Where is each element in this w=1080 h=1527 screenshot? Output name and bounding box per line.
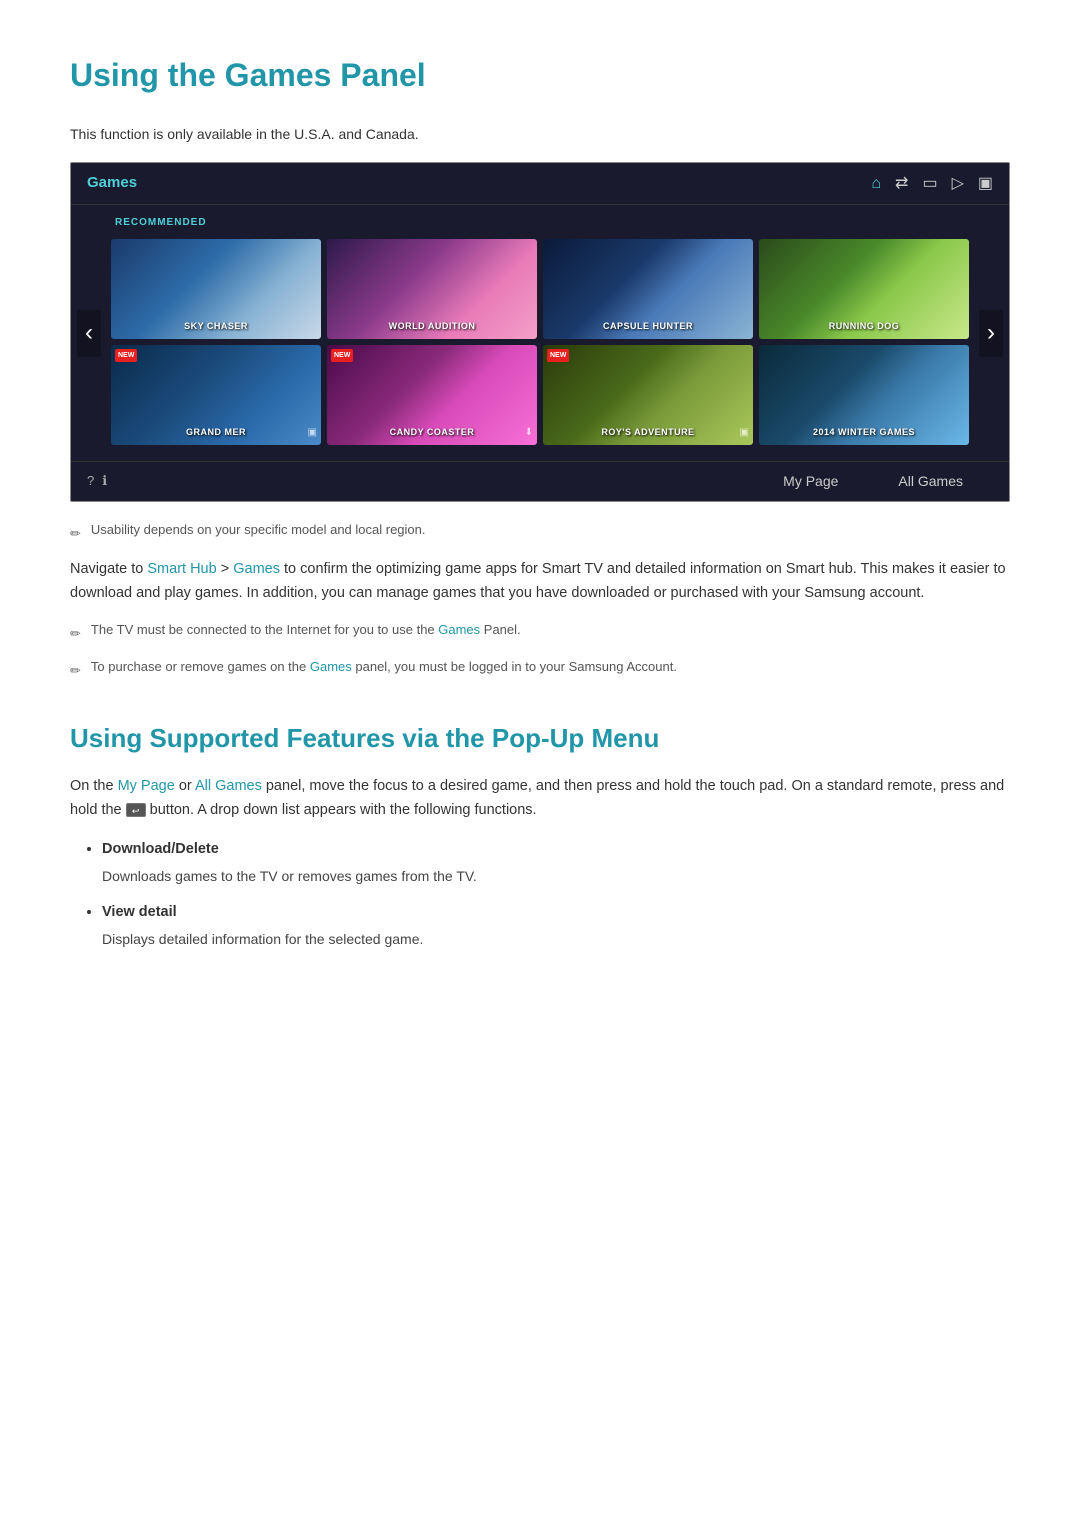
all-games-link[interactable]: All Games [195, 778, 262, 794]
bullet-view-desc: Displays detailed information for the se… [102, 928, 1010, 950]
game-tile-roys[interactable]: NEW ROY'S ADVENTURE ▣ [543, 345, 753, 445]
home-icon: ⌂ [871, 171, 881, 197]
game-name: GRAND MER [111, 425, 321, 439]
pen-icon-2 [70, 622, 81, 645]
exchange-icon: ⇄ [895, 171, 908, 197]
tile-icon: ▣ [740, 425, 749, 441]
play-icon: ▷ [952, 171, 964, 197]
note-purchase-text: To purchase or remove games on the Games… [91, 657, 677, 678]
note-internet: The TV must be connected to the Internet… [70, 620, 1010, 645]
pen-icon-1 [70, 522, 81, 545]
game-name: CAPSULE HUNTER [543, 319, 753, 333]
remote-button-icon: ↩ [126, 803, 146, 817]
game-name: ROY'S ADVENTURE [543, 425, 753, 439]
games-link-3[interactable]: Games [310, 659, 352, 674]
games-panel-label: Games [87, 171, 137, 195]
game-tile-capsule[interactable]: CAPSULE HUNTER [543, 239, 753, 339]
game-tile-sky-chaser[interactable]: SKY CHASER [111, 239, 321, 339]
panel-footer: ? ℹ My Page All Games [71, 461, 1009, 500]
games-row-1: SKY CHASER WORLD AUDITION CAPSULE HUNTER… [111, 239, 969, 339]
arrow-right[interactable]: › [979, 310, 1003, 356]
game-tile-winter[interactable]: 2014 WINTER GAMES [759, 345, 969, 445]
note-internet-text: The TV must be connected to the Internet… [91, 620, 521, 641]
section2-title: Using Supported Features via the Pop-Up … [70, 718, 1010, 760]
game-name: RUNNING DOG [759, 319, 969, 333]
features-list: Download/Delete Downloads games to the T… [70, 837, 1010, 950]
panel-body: ‹ › RECOMMENDED SKY CHASER WORLD AUDITIO… [71, 205, 1009, 461]
new-badge: NEW [331, 349, 353, 362]
game-tile-running[interactable]: RUNNING DOG [759, 239, 969, 339]
note-usability: Usability depends on your specific model… [70, 520, 1010, 545]
main-paragraph: Navigate to Smart Hub > Games to confirm… [70, 558, 1010, 606]
camera-icon: ▣ [978, 171, 993, 197]
game-tile-audition[interactable]: WORLD AUDITION [327, 239, 537, 339]
games-row-2: NEW GRAND MER ▣ NEW CANDY COASTER ⬇ NEW … [111, 345, 969, 445]
recommended-label: RECOMMENDED [111, 215, 969, 231]
note-purchase: To purchase or remove games on the Games… [70, 657, 1010, 682]
page-title: Using the Games Panel [70, 50, 1010, 101]
footer-nav: My Page All Games [783, 470, 963, 492]
games-panel-ui: Games ⌂ ⇄ ▭ ▷ ▣ ‹ › RECOMMENDED SKY CHAS… [70, 162, 1010, 502]
note-usability-text: Usability depends on your specific model… [91, 520, 426, 541]
footer-icons: ? ℹ [87, 471, 107, 492]
games-link-1[interactable]: Games [233, 561, 280, 577]
all-games-nav[interactable]: All Games [898, 470, 963, 492]
game-name: WORLD AUDITION [327, 319, 537, 333]
bullet-view-label: View detail [102, 904, 177, 920]
game-tile-grand[interactable]: NEW GRAND MER ▣ [111, 345, 321, 445]
games-link-2[interactable]: Games [438, 622, 480, 637]
my-page-link[interactable]: My Page [118, 778, 175, 794]
arrow-left[interactable]: ‹ [77, 310, 101, 356]
game-name: CANDY COASTER [327, 425, 537, 439]
bullet-download-desc: Downloads games to the TV or removes gam… [102, 865, 1010, 887]
bullet-download-label: Download/Delete [102, 841, 219, 857]
panel-header: Games ⌂ ⇄ ▭ ▷ ▣ [71, 163, 1009, 206]
smart-hub-link[interactable]: Smart Hub [147, 561, 216, 577]
pen-icon-3 [70, 659, 81, 682]
section2-paragraph: On the My Page or All Games panel, move … [70, 775, 1010, 823]
game-tile-candy[interactable]: NEW CANDY COASTER ⬇ [327, 345, 537, 445]
my-page-nav[interactable]: My Page [783, 470, 838, 492]
tile-icon: ⬇ [525, 425, 533, 441]
question-icon: ? [87, 471, 94, 492]
new-badge: NEW [547, 349, 569, 362]
new-badge: NEW [115, 349, 137, 362]
window-icon: ▭ [922, 171, 937, 197]
bullet-download: Download/Delete Downloads games to the T… [102, 837, 1010, 888]
game-name: 2014 WINTER GAMES [759, 425, 969, 439]
intro-text: This function is only available in the U… [70, 123, 1010, 145]
header-icons: ⌂ ⇄ ▭ ▷ ▣ [871, 171, 993, 197]
tile-icon: ▣ [308, 425, 317, 441]
bullet-view-detail: View detail Displays detailed informatio… [102, 900, 1010, 951]
game-name: SKY CHASER [111, 319, 321, 333]
info-icon: ℹ [102, 471, 107, 492]
